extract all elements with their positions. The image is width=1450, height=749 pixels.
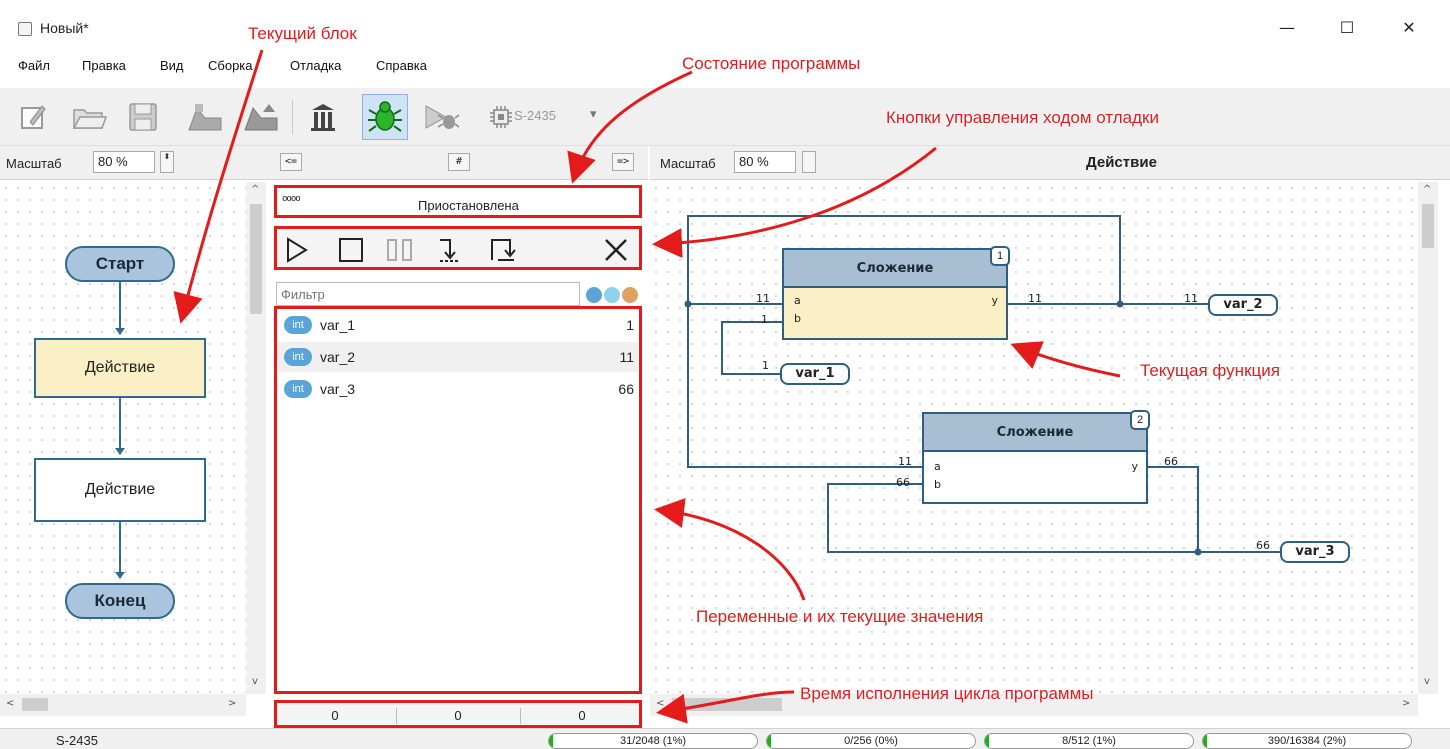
annotation-cycle-time: Время исполнения цикла программы <box>800 684 1094 703</box>
annotation-current-block: Текущий блок <box>248 24 357 43</box>
annotation-variables: Переменные и их текущие значения <box>696 607 984 626</box>
annotation-program-state: Состояние программы <box>682 54 861 73</box>
resource-meter: 31/2048 (1%) <box>548 733 758 749</box>
status-device: S-2435 <box>56 733 98 748</box>
status-bar: S-2435 31/2048 (1%) 0/256 (0%) 8/512 (1%… <box>0 728 1450 749</box>
annotation-debug-controls: Кнопки управления ходом отладки <box>886 108 1159 127</box>
annotation-current-function: Текущая функция <box>1140 361 1280 380</box>
resource-meter: 0/256 (0%) <box>766 733 976 749</box>
resource-meter: 390/16384 (2%) <box>1202 733 1412 749</box>
resource-meter: 8/512 (1%) <box>984 733 1194 749</box>
